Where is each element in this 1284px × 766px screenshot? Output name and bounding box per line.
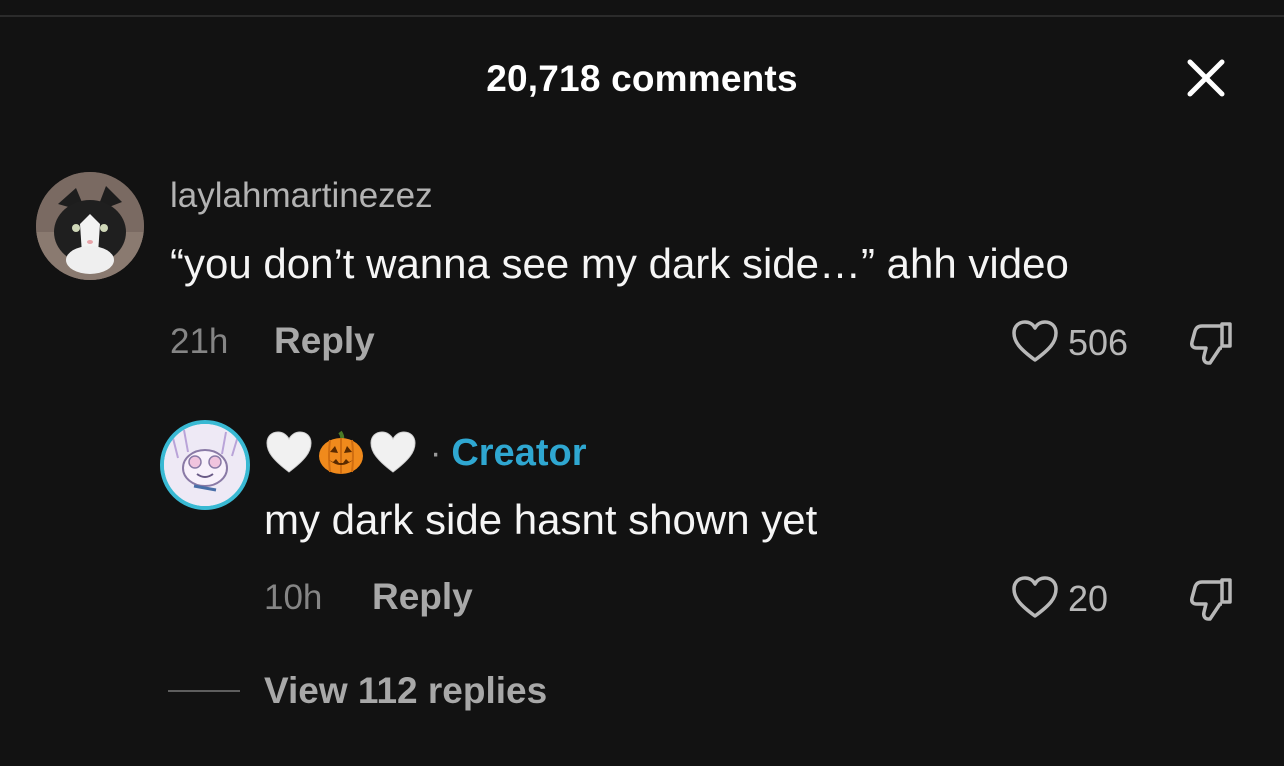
reply-like-button[interactable] [1010,574,1060,620]
commenter-avatar[interactable] [36,172,144,280]
creator-avatar-image [164,424,246,506]
jack-o-lantern-icon [319,430,363,474]
commenter-username[interactable]: laylahmartinezez [170,176,433,216]
reply-dislike-button[interactable] [1186,574,1236,624]
top-divider [0,15,1284,17]
heart-outline-icon[interactable] [1010,318,1060,364]
view-replies-divider [168,690,240,692]
creator-avatar[interactable] [160,420,250,510]
view-replies-button[interactable]: View 112 replies [264,670,547,712]
name-separator: · [430,433,442,472]
thumbs-down-icon[interactable] [1186,574,1236,624]
reply-to-reply-button[interactable]: Reply [372,576,473,618]
dislike-button[interactable] [1186,318,1236,368]
comment-timestamp: 21h [170,322,229,361]
cat-avatar-image [36,172,144,280]
reply-button[interactable]: Reply [274,320,375,362]
white-heart-icon [266,431,312,473]
close-icon[interactable] [1184,56,1228,100]
comments-count-title: 20,718 comments [486,58,798,99]
reply-text: my dark side hasnt shown yet [264,496,818,543]
thumbs-down-icon[interactable] [1186,318,1236,368]
close-button[interactable] [1184,56,1228,100]
like-button[interactable] [1010,318,1060,364]
heart-outline-icon[interactable] [1010,574,1060,620]
like-count: 506 [1068,322,1129,363]
creator-name-row[interactable]: · Creator [264,428,586,478]
reply-like-count: 20 [1068,578,1109,619]
creator-badge: Creator [451,431,587,474]
white-heart-icon [370,431,416,473]
comment-text: “you don’t wanna see my dark side…” ahh … [170,240,1069,287]
reply-timestamp: 10h [264,578,323,617]
